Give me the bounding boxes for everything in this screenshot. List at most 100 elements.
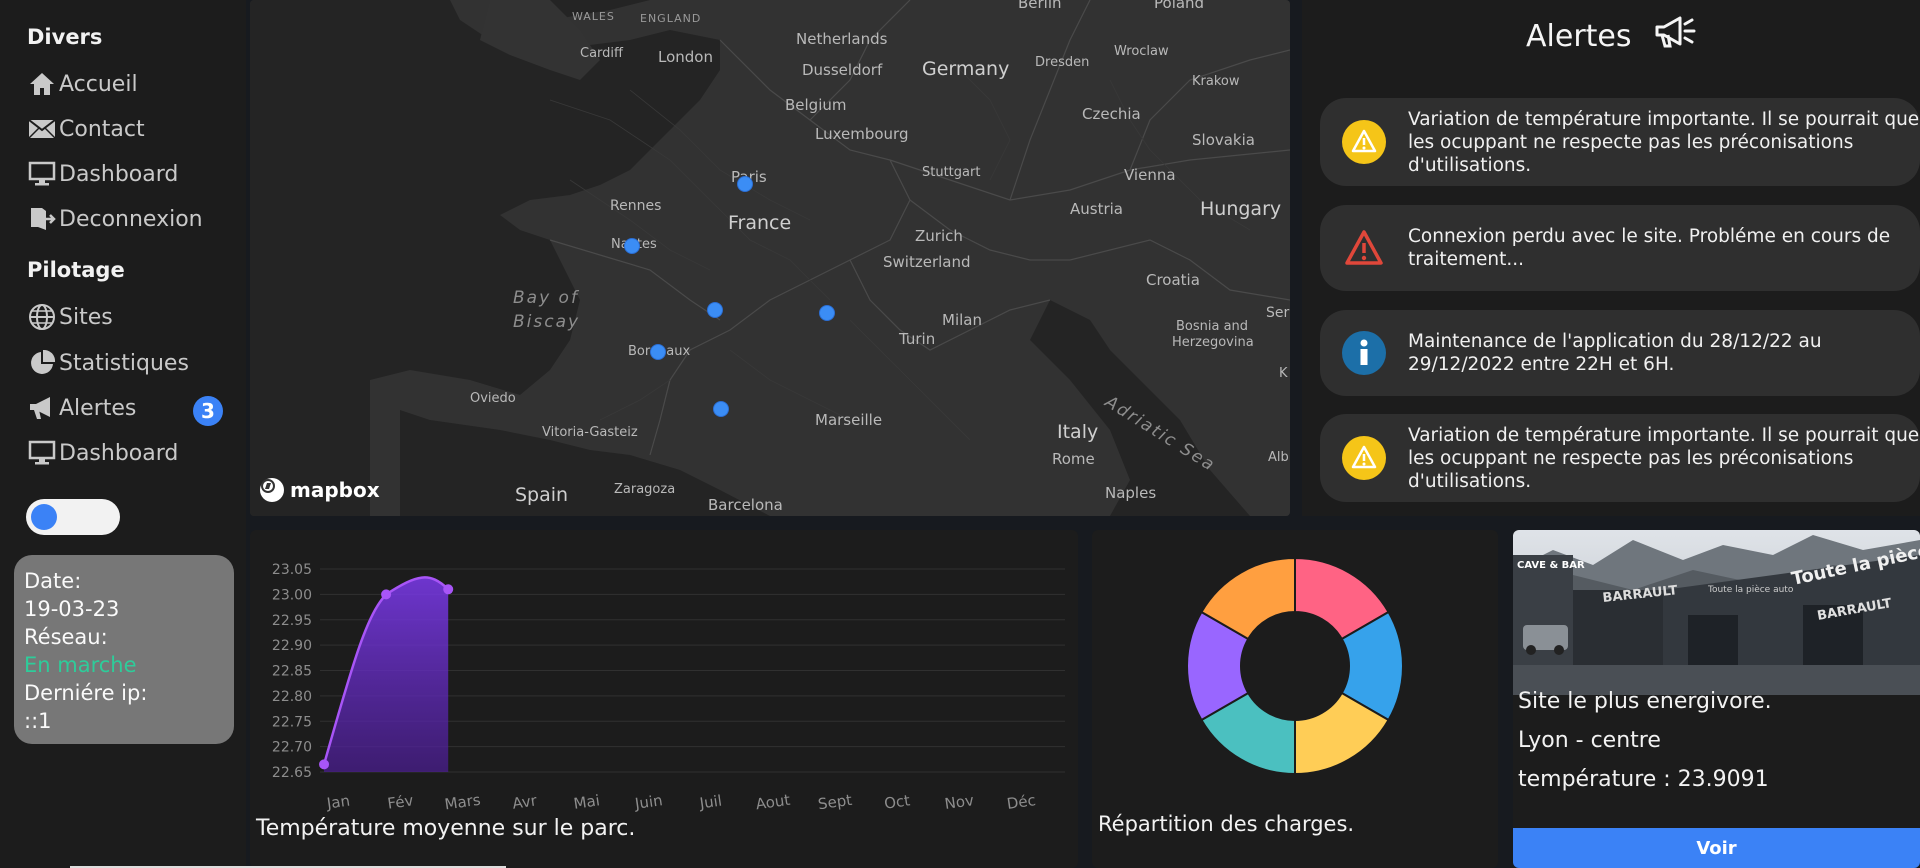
monitor-icon bbox=[27, 438, 57, 468]
x-tick-label: Juin bbox=[633, 791, 664, 813]
nav-dashboard[interactable]: Dashboard bbox=[27, 156, 178, 192]
map-label-belgium: Belgium bbox=[785, 96, 847, 114]
voir-button[interactable]: Voir bbox=[1513, 828, 1920, 868]
site-card: CAVE & BAR BARRAULT Toute la pièce auto … bbox=[1513, 530, 1920, 868]
nav-contact[interactable]: Contact bbox=[27, 111, 145, 147]
map-label-vitoria: Vitoria-Gasteiz bbox=[542, 425, 638, 440]
map-label-italy: Italy bbox=[1057, 421, 1099, 443]
map-label-zurich: Zurich bbox=[915, 227, 963, 245]
alert-text: Maintenance de l'application du 28/12/22… bbox=[1408, 331, 1822, 375]
map-label-england: ENGLAND bbox=[640, 12, 702, 25]
data-point[interactable] bbox=[319, 759, 330, 770]
date-value: 19-03-23 bbox=[24, 597, 120, 621]
map-label-dresden: Dresden bbox=[1035, 55, 1090, 70]
info-icon bbox=[1342, 331, 1386, 375]
mapbox-logo[interactable]: mapbox bbox=[260, 478, 380, 502]
map-label-naples: Naples bbox=[1105, 484, 1157, 502]
nav-statistiques-label: Statistiques bbox=[59, 350, 189, 376]
site-headline: Site le plus energivore. bbox=[1518, 689, 1772, 714]
ip-value: ::1 bbox=[24, 709, 52, 733]
data-point[interactable] bbox=[381, 589, 392, 600]
mapbox-label: mapbox bbox=[290, 478, 380, 502]
megaphone-icon bbox=[27, 393, 57, 423]
site-marker[interactable] bbox=[707, 302, 723, 318]
monitor-icon bbox=[27, 159, 57, 189]
alert-item[interactable]: Maintenance de l'application du 28/12/22… bbox=[1320, 310, 1920, 396]
y-tick-label: 23.00 bbox=[272, 587, 312, 603]
nav-dashboard-pilotage-label: Dashboard bbox=[59, 440, 179, 466]
site-info: Site le plus energivore. Lyon - centre t… bbox=[1518, 682, 1772, 799]
map-label-austria: Austria bbox=[1070, 200, 1123, 218]
alert-item[interactable]: Connexion perdu avec le site. Probléme e… bbox=[1320, 205, 1920, 291]
map-label-cardiff: Cardiff bbox=[580, 46, 623, 61]
map-label-london: London bbox=[658, 48, 713, 66]
site-marker[interactable] bbox=[819, 305, 835, 321]
map-label-czechia: Czechia bbox=[1082, 105, 1141, 123]
date-label: Date: bbox=[24, 569, 82, 593]
map-label-bay: Bay of bbox=[513, 288, 579, 308]
alerts-title: Alertes bbox=[1526, 18, 1632, 54]
x-tick-label: Juil bbox=[698, 792, 724, 813]
mapbox-icon bbox=[260, 478, 284, 502]
data-point[interactable] bbox=[443, 584, 454, 595]
pie-chart-icon bbox=[27, 348, 57, 378]
site-marker[interactable] bbox=[624, 238, 640, 254]
y-tick-label: 22.95 bbox=[272, 613, 312, 629]
map-label-wales: WALES bbox=[572, 10, 615, 23]
y-tick-label: 22.70 bbox=[272, 740, 312, 756]
x-tick-label: Jan bbox=[325, 792, 351, 813]
charges-donut-chart bbox=[1186, 556, 1404, 776]
x-tick-label: Aout bbox=[755, 791, 792, 814]
map-label-slovakia: Slovakia bbox=[1192, 131, 1255, 149]
network-label: Réseau: bbox=[24, 625, 108, 649]
divers-title: Divers bbox=[27, 25, 103, 49]
ip-label: Derniére ip: bbox=[24, 681, 148, 705]
alert-item[interactable]: Variation de température importante. Il … bbox=[1320, 98, 1920, 186]
site-marker[interactable] bbox=[650, 344, 666, 360]
map-label-krakow: Krakow bbox=[1192, 74, 1240, 89]
map-label-herzegovina: Herzegovina bbox=[1172, 335, 1254, 350]
nav-dashboard-pilotage[interactable]: Dashboard bbox=[27, 435, 178, 471]
map-label-spain: Spain bbox=[515, 484, 569, 506]
map-label-biscay: Biscay bbox=[513, 312, 581, 332]
map-label-dusseldorf: Dusseldorf bbox=[802, 61, 883, 79]
temperature-chart-title: Température moyenne sur le parc. bbox=[256, 816, 636, 841]
map-label-poland: Poland bbox=[1154, 0, 1205, 12]
nav-deconnexion[interactable]: Deconnexion bbox=[27, 201, 203, 237]
map-label-germany: Germany bbox=[922, 58, 1010, 80]
network-status: En marche bbox=[24, 653, 137, 677]
megaphone-icon bbox=[1654, 14, 1696, 58]
x-tick-label: Mars bbox=[443, 791, 481, 814]
theme-toggle[interactable] bbox=[26, 499, 120, 535]
site-name: Lyon - centre bbox=[1518, 728, 1661, 753]
map-label-vienna: Vienna bbox=[1124, 166, 1176, 184]
alert-item[interactable]: Variation de température importante. Il … bbox=[1320, 414, 1920, 502]
x-tick-label: Sept bbox=[817, 791, 853, 814]
nav-sites-label: Sites bbox=[59, 304, 113, 330]
nav-accueil[interactable]: Accueil bbox=[27, 66, 138, 102]
map-label-bosnia: Bosnia and bbox=[1176, 319, 1249, 334]
map-label-turin: Turin bbox=[899, 330, 936, 348]
alerts-header: Alertes bbox=[1526, 14, 1696, 58]
status-info-box: Date: 19-03-23 Réseau: En marche Derniér… bbox=[14, 555, 234, 744]
sidebar: Divers Accueil Contact Dashboard Deconne… bbox=[0, 0, 246, 868]
nav-contact-label: Contact bbox=[59, 116, 145, 142]
nav-statistiques[interactable]: Statistiques bbox=[27, 345, 189, 381]
alert-text: Connexion perdu avec le site. Probléme e… bbox=[1408, 226, 1891, 270]
site-temperature: température : 23.9091 bbox=[1518, 767, 1769, 792]
site-marker[interactable] bbox=[737, 176, 753, 192]
warning-icon bbox=[1342, 436, 1386, 480]
map-label-alb: Alb bbox=[1268, 450, 1289, 465]
home-icon bbox=[27, 69, 57, 99]
map-label-berlin: Berlin bbox=[1018, 0, 1062, 12]
map-label-stuttgart: Stuttgart bbox=[922, 165, 981, 180]
map-label-rennes: Rennes bbox=[610, 198, 662, 214]
site-marker[interactable] bbox=[713, 401, 729, 417]
nav-alertes[interactable]: Alertes bbox=[27, 390, 136, 426]
temperature-chart: 23.05 23.00 22.95 22.90 22.85 22.80 22.75 22.70… bbox=[272, 562, 1065, 814]
nav-deconnexion-label: Deconnexion bbox=[59, 206, 203, 232]
sites-map[interactable]: WALES ENGLAND Berlin Poland Cardiff Lond… bbox=[250, 0, 1290, 516]
nav-sites[interactable]: Sites bbox=[27, 299, 113, 335]
alert-count-badge: 3 bbox=[193, 396, 223, 426]
pilotage-title: Pilotage bbox=[27, 258, 125, 282]
